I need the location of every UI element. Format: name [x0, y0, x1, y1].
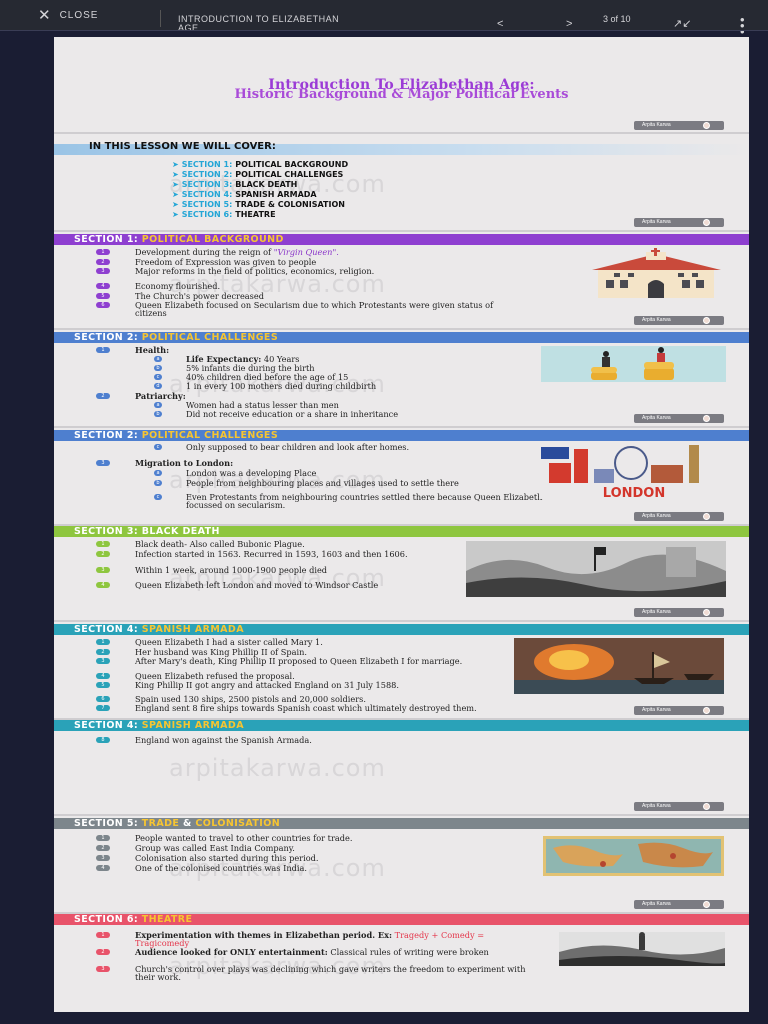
avatar [703, 122, 710, 129]
reader-toolbar: ✕ CLOSE INTRODUCTION TO ELIZABETHAN AGE … [0, 0, 768, 38]
toc-item: ➤ SECTION 4: SPANISH ARMADA [172, 190, 317, 199]
slide-section-2a: SECTION 2: POLITICAL CHALLENGES arpitaka… [54, 332, 749, 428]
avatar [703, 609, 710, 616]
toolbar-divider [160, 10, 161, 27]
close-label: CLOSE [59, 10, 99, 21]
page-subtitle: Historic Background & Major Political Ev… [234, 87, 569, 102]
author-badge: Arpita Karwa [634, 316, 724, 325]
avatar [703, 317, 710, 324]
chevron-right-icon[interactable]: > [566, 18, 572, 30]
page-indicator: 3 of 10 [603, 14, 631, 24]
author-badge: Arpita Karwa [634, 121, 724, 130]
slide-lesson-overview: IN THIS LESSON WE WILL COVER: arpitakarw… [54, 136, 749, 232]
slide-section-5: SECTION 5: TRADE & COLONISATION arpitaka… [54, 818, 749, 914]
watermark: arpitakarwa.com [169, 754, 386, 782]
author-badge: Arpita Karwa [634, 512, 724, 521]
coins-illustration [541, 346, 726, 382]
slide-section-4a: SECTION 4: SPANISH ARMADA 1 Queen Elizabe… [54, 624, 749, 720]
document-page[interactable]: Introduction To Elizabethan Age: Histori… [54, 37, 749, 1012]
armada-illustration [514, 638, 724, 694]
slide-section-2b: SECTION 2: POLITICAL CHALLENGES arpitaka… [54, 430, 749, 526]
section-header: SECTION 4: SPANISH ARMADA [54, 720, 749, 731]
author-badge: Arpita Karwa [634, 706, 724, 715]
london-illustration: LONDON [539, 443, 729, 499]
london-label: LONDON [603, 486, 665, 499]
chevron-left-icon[interactable]: < [497, 18, 503, 30]
expand-icon[interactable]: ↗↙ [673, 17, 691, 30]
author-badge: Arpita Karwa [634, 218, 724, 227]
slide-title: Introduction To Elizabethan Age: Histori… [54, 37, 749, 134]
lesson-heading: IN THIS LESSON WE WILL COVER: [89, 141, 276, 152]
avatar [703, 219, 710, 226]
avatar [703, 513, 710, 520]
toc-item: ➤ SECTION 6: THEATRE [172, 210, 276, 219]
menu-icon[interactable]: • • • [740, 13, 745, 38]
slide-section-6: SECTION 6: THEATRE arpitakarwa.com 1 Expe… [54, 914, 749, 1012]
slide-section-1: SECTION 1: POLITICAL BACKGROUND arpitaka… [54, 234, 749, 330]
author-badge: Arpita Karwa [634, 900, 724, 909]
author-badge: Arpita Karwa [634, 414, 724, 423]
arrow-icon: ➤ [172, 160, 179, 169]
church-illustration [584, 248, 729, 300]
author-badge: Arpita Karwa [634, 608, 724, 617]
section-header: SECTION 5: TRADE & COLONISATION [54, 818, 749, 829]
toc-item: ➤ SECTION 3: BLACK DEATH [172, 180, 298, 189]
section-header: SECTION 2: POLITICAL CHALLENGES [54, 430, 749, 441]
avatar [703, 803, 710, 810]
avatar [703, 707, 710, 714]
close-button[interactable]: ✕ CLOSE [38, 6, 99, 24]
slide-section-4b: SECTION 4: SPANISH ARMADA arpitakarwa.co… [54, 720, 749, 816]
theatre-illustration [559, 932, 725, 966]
close-icon: ✕ [38, 6, 52, 24]
section-header: SECTION 2: POLITICAL CHALLENGES [54, 332, 749, 343]
avatar [703, 901, 710, 908]
plague-illustration [466, 541, 726, 597]
slide-section-3: SECTION 3: BLACK DEATH arpitakarwa.com 1… [54, 526, 749, 622]
map-illustration [543, 836, 724, 876]
toc-item: ➤ SECTION 5: TRADE & COLONISATION [172, 200, 345, 209]
arrow-icon: ➤ [172, 170, 179, 179]
section-header: SECTION 4: SPANISH ARMADA [54, 624, 749, 635]
section-header: SECTION 3: BLACK DEATH [54, 526, 749, 537]
avatar [703, 415, 710, 422]
arrow-icon: ➤ [172, 200, 179, 209]
arrow-icon: ➤ [172, 180, 179, 189]
arrow-icon: ➤ [172, 210, 179, 219]
author-badge: Arpita Karwa [634, 802, 724, 811]
section-header: SECTION 6: THEATRE [54, 914, 749, 925]
toc-item: ➤ SECTION 2: POLITICAL CHALLENGES [172, 170, 344, 179]
arrow-icon: ➤ [172, 190, 179, 199]
toc-item: ➤ SECTION 1: POLITICAL BACKGROUND [172, 160, 349, 169]
toolbar-border [0, 30, 768, 31]
section-header: SECTION 1: POLITICAL BACKGROUND [54, 234, 749, 245]
